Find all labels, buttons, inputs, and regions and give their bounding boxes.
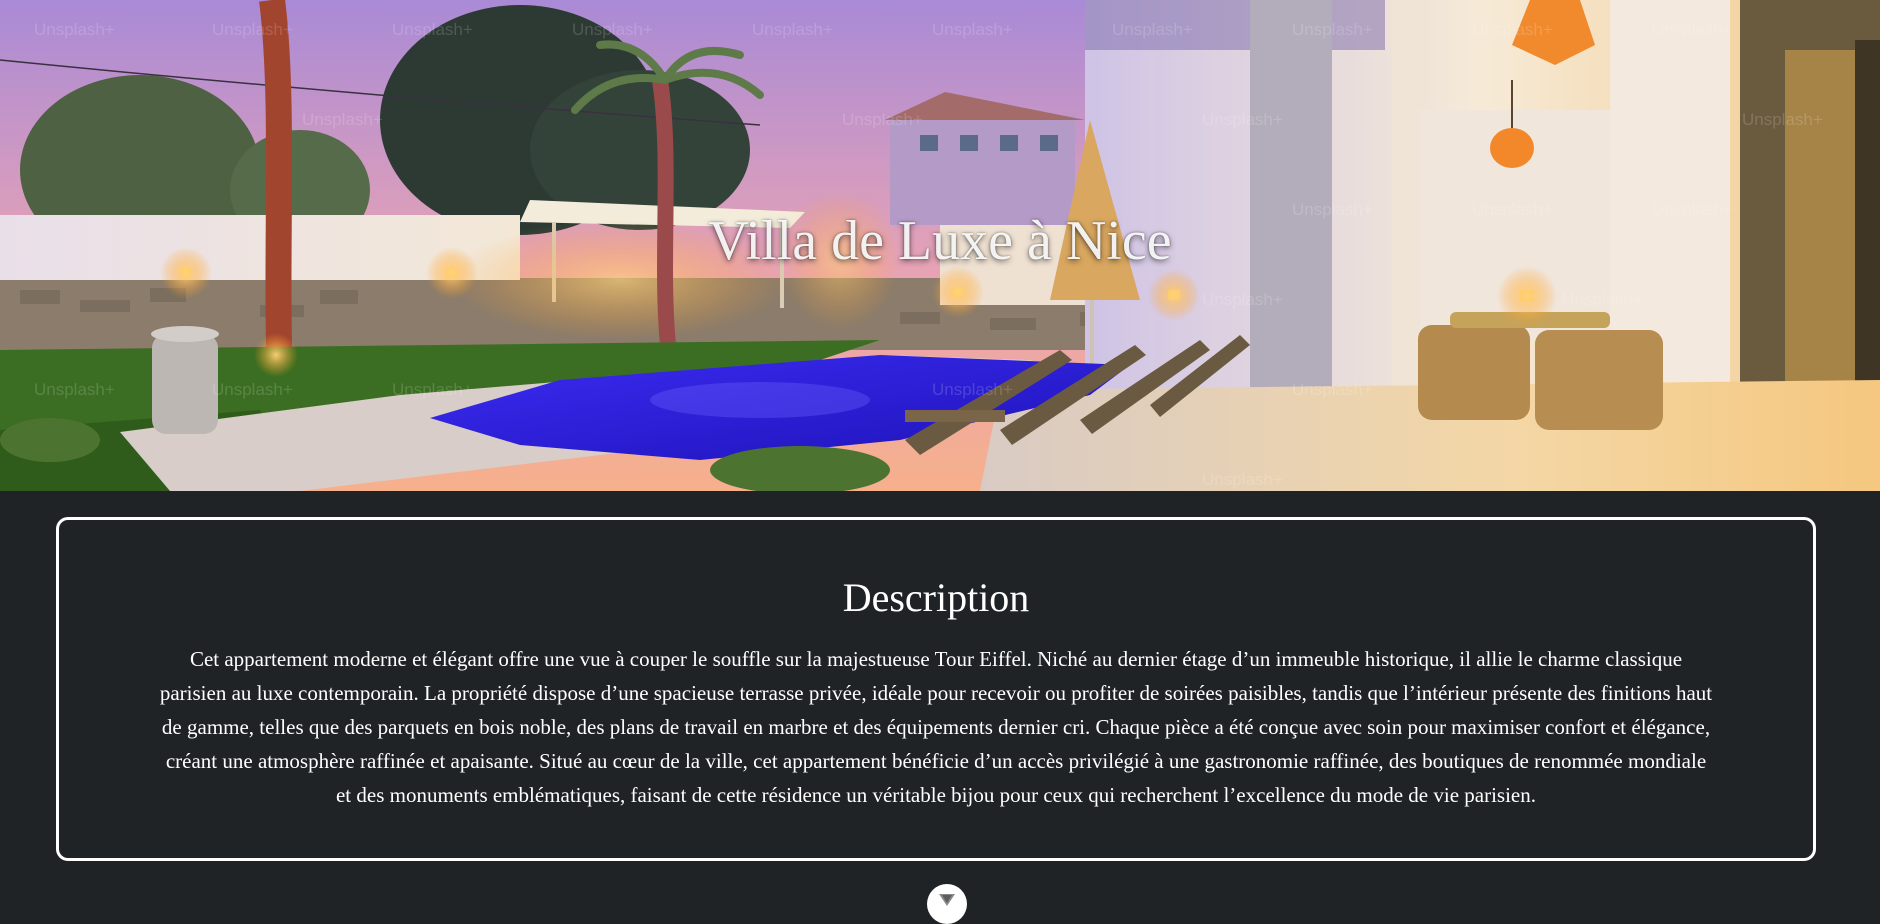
chevron-down-icon	[939, 894, 955, 906]
description-text: Cet appartement moderne et élégant offre…	[159, 647, 1713, 807]
hero-banner: Unsplash+ Unsplash+ Unsplash+ Unsplash+ …	[0, 0, 1880, 491]
scroll-down-button[interactable]	[927, 884, 967, 924]
description-card: Description Cet appartement moderne et é…	[56, 517, 1816, 861]
description-title: Description	[842, 575, 1030, 620]
hero-title: Villa de Luxe à Nice	[708, 210, 1172, 272]
